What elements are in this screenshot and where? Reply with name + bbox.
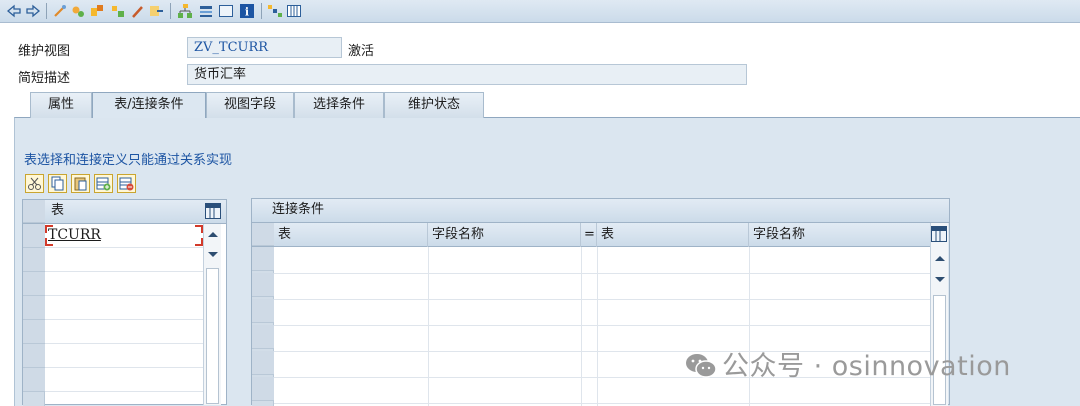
tables-scrollbar[interactable] [203, 224, 221, 405]
join-conditions-title-bar: 连接条件 [252, 199, 949, 223]
tree-icon[interactable] [267, 3, 283, 19]
table-row[interactable] [45, 320, 203, 344]
table-row[interactable] [45, 296, 203, 320]
scroll-up-icon[interactable] [935, 256, 945, 261]
tab-tables-joins[interactable]: 表/连接条件 [92, 92, 206, 118]
back-icon[interactable] [6, 3, 22, 19]
view-name-field[interactable]: ZV_TCURR [187, 37, 342, 58]
check-icon[interactable] [148, 3, 164, 19]
table-row[interactable] [45, 344, 203, 368]
application-toolbar: i [0, 0, 1080, 23]
column-header-equals: = [581, 223, 597, 247]
column-header-table: 表 [274, 223, 428, 247]
table-name-cell[interactable]: TCURR [48, 227, 101, 243]
tab-maintenance-status[interactable]: 维护状态 [384, 92, 484, 118]
scroll-down-icon[interactable] [935, 277, 945, 282]
where-used-icon[interactable] [110, 3, 126, 19]
wechat-icon [686, 354, 717, 378]
other-object-icon[interactable] [52, 3, 68, 19]
status-text: 激活 [348, 44, 375, 59]
tab-selection-conditions[interactable]: 选择条件 [294, 92, 384, 118]
delete-row-icon[interactable] [117, 174, 136, 193]
scroll-down-icon[interactable] [208, 252, 218, 257]
screen-icon[interactable] [218, 3, 234, 19]
description-field[interactable]: 货币汇率 [187, 64, 747, 85]
table-row[interactable]: TCURR [45, 224, 203, 248]
join-row[interactable] [274, 273, 930, 274]
join-row[interactable] [274, 403, 930, 404]
join-row[interactable] [274, 299, 930, 300]
join-conditions-title: 连接条件 [272, 202, 325, 217]
join-grid-header: 表 字段名称 = 表 字段名称 [252, 223, 930, 247]
info-icon[interactable]: i [239, 3, 255, 19]
tables-grid: 表 TCURR [22, 199, 227, 406]
tables-column-header: 表 [51, 203, 65, 218]
join-row[interactable] [274, 325, 930, 326]
table-row[interactable] [45, 272, 203, 296]
forward-icon[interactable] [25, 3, 41, 19]
activate-icon[interactable] [89, 3, 105, 19]
layout-icon[interactable] [198, 3, 214, 19]
info-text: 表选择和连接定义只能通过关系实现 [24, 153, 233, 168]
column-header-field-name-2: 字段名称 [753, 227, 806, 242]
column-header-table-2: 表 [597, 223, 749, 247]
cut-icon[interactable] [25, 174, 44, 193]
insert-row-icon[interactable] [94, 174, 113, 193]
tab-attributes[interactable]: 属性 [30, 92, 92, 118]
tab-view-fields[interactable]: 视图字段 [206, 92, 294, 118]
copy-icon[interactable] [48, 174, 67, 193]
object-list-icon[interactable] [130, 3, 146, 19]
grid-settings-icon[interactable] [205, 203, 221, 219]
scroll-thumb[interactable] [206, 268, 219, 404]
watermark-text: 公众号 · osinnovation [722, 351, 1011, 382]
table-icon[interactable] [286, 3, 302, 19]
hierarchy-icon[interactable] [177, 3, 193, 19]
paste-icon[interactable] [71, 174, 90, 193]
view-label: 维护视图 [18, 44, 71, 59]
grid-settings-icon[interactable] [931, 226, 947, 242]
column-header-field-name: 字段名称 [428, 223, 581, 247]
scroll-up-icon[interactable] [208, 232, 218, 237]
table-row[interactable] [45, 248, 203, 272]
svg-text:i: i [245, 6, 249, 19]
description-label: 简短描述 [18, 71, 71, 86]
display-change-icon[interactable] [70, 3, 86, 19]
watermark: 公众号 · osinnovation [684, 344, 1011, 383]
table-row[interactable] [45, 368, 203, 392]
tables-grid-header: 表 [23, 200, 226, 224]
